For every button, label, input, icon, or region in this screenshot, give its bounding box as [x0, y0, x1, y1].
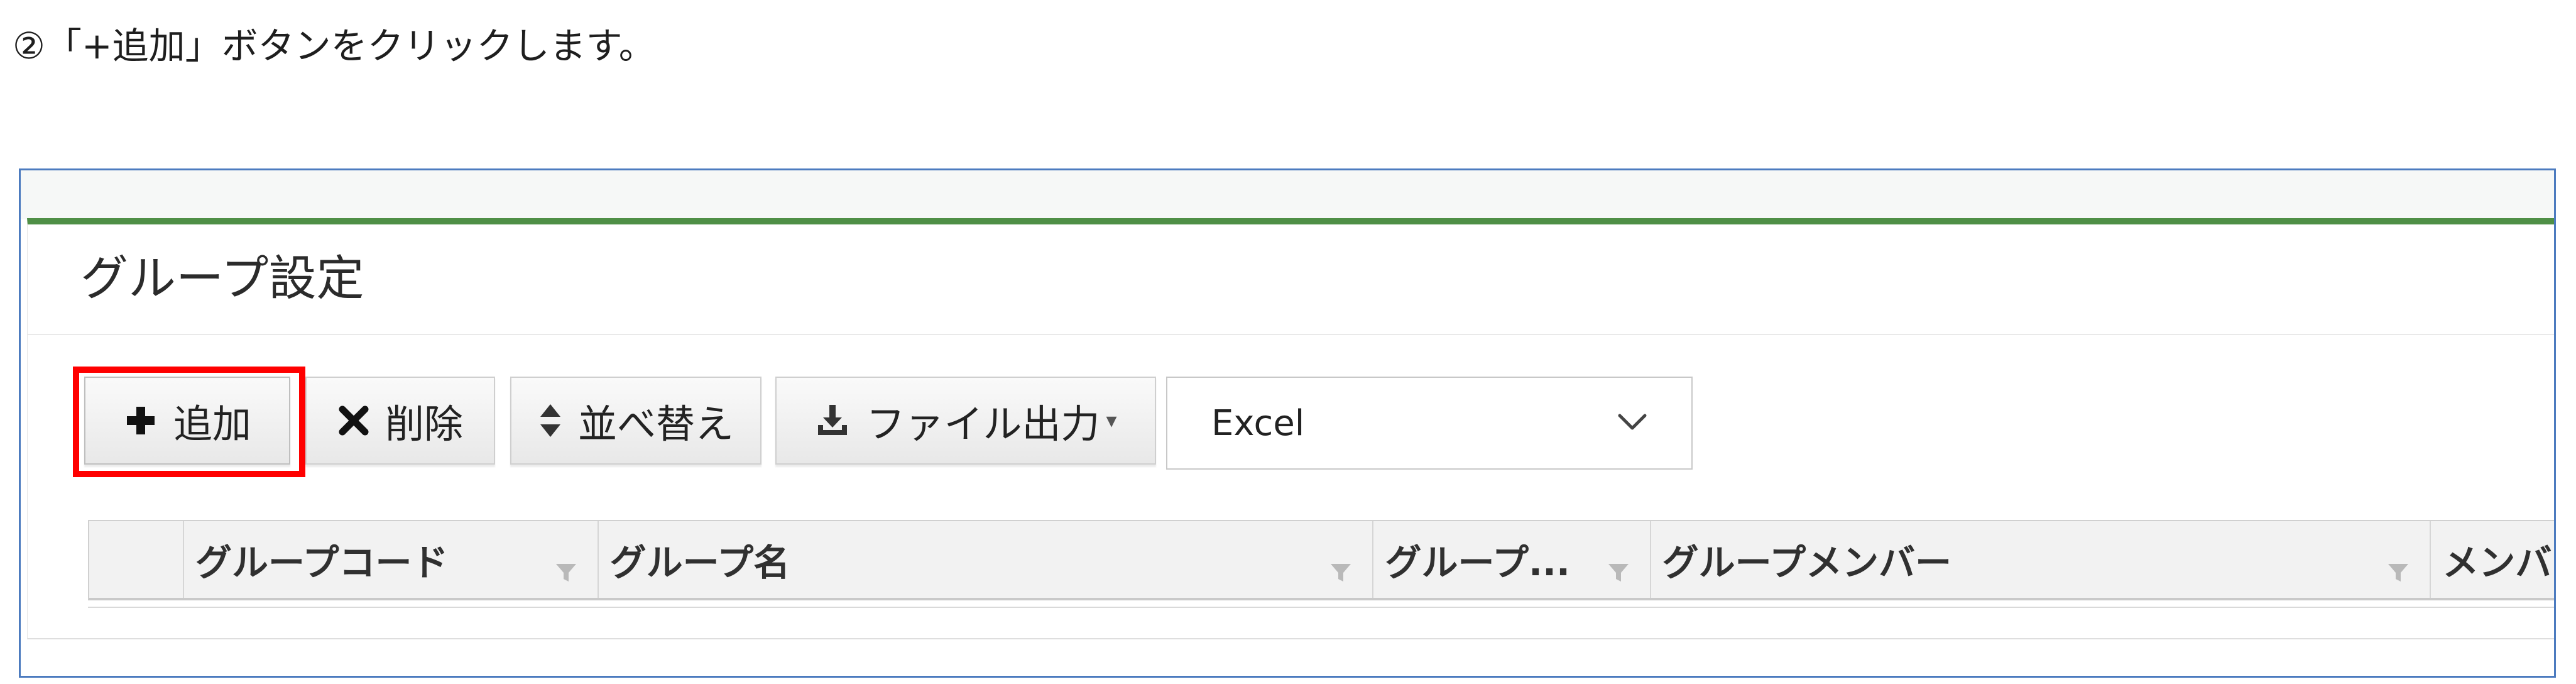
- page: ②「+追加」ボタンをクリックします。 グループ設定 追加 削除 並べ替え ファイ…: [0, 0, 2576, 684]
- sort-button-label: 並べ替え: [577, 401, 734, 447]
- grid-header-row: グループコード グループ名 グループ... グループメンバー メンバ: [88, 520, 2554, 600]
- column-header-group-members[interactable]: グループメンバー: [1651, 521, 2431, 598]
- filter-icon[interactable]: [2386, 551, 2411, 582]
- file-export-label: ファイル出力: [866, 401, 1100, 447]
- download-icon: [814, 402, 851, 439]
- sort-button[interactable]: 並べ替え: [510, 377, 761, 465]
- filter-icon[interactable]: [554, 551, 579, 582]
- file-export-button[interactable]: ファイル出力 ▾: [775, 377, 1156, 465]
- highlight-box: [73, 367, 305, 477]
- column-header-label: グループ名: [609, 541, 790, 584]
- page-title: グループ設定: [80, 250, 364, 306]
- top-strip: [21, 170, 2554, 219]
- instruction-text: ②「+追加」ボタンをクリックします。: [13, 25, 655, 67]
- select-column-header[interactable]: [89, 521, 184, 598]
- sort-icon: [538, 402, 563, 439]
- delete-button[interactable]: 削除: [305, 377, 495, 465]
- filter-icon[interactable]: [1606, 551, 1631, 582]
- column-header-label: グループメンバー: [1662, 541, 1952, 584]
- screenshot-frame: グループ設定 追加 削除 並べ替え ファイル出力 ▾ Excel グループコード…: [19, 168, 2556, 678]
- grid-body: [88, 600, 2554, 608]
- column-header-group-name[interactable]: グループ名: [599, 521, 1374, 598]
- column-header-label: メンバ: [2442, 541, 2552, 584]
- export-format-value: Excel: [1211, 402, 1305, 444]
- column-header-label: グループ...: [1385, 541, 1571, 584]
- column-header-group[interactable]: グループ...: [1373, 521, 1651, 598]
- column-header-group-code[interactable]: グループコード: [184, 521, 599, 598]
- chevron-down-icon: [1613, 403, 1651, 441]
- group-settings-panel: グループ設定 追加 削除 並べ替え ファイル出力 ▾ Excel グループコード…: [27, 218, 2554, 639]
- export-format-select[interactable]: Excel: [1166, 377, 1693, 470]
- column-header-label: グループコード: [195, 541, 449, 584]
- title-divider: [28, 334, 2554, 335]
- export-caret-icon: ▾: [1106, 408, 1117, 433]
- filter-icon[interactable]: [1328, 551, 1353, 582]
- x-icon: [337, 404, 370, 437]
- delete-button-label: 削除: [385, 401, 463, 447]
- column-header-member[interactable]: メンバ: [2431, 521, 2554, 598]
